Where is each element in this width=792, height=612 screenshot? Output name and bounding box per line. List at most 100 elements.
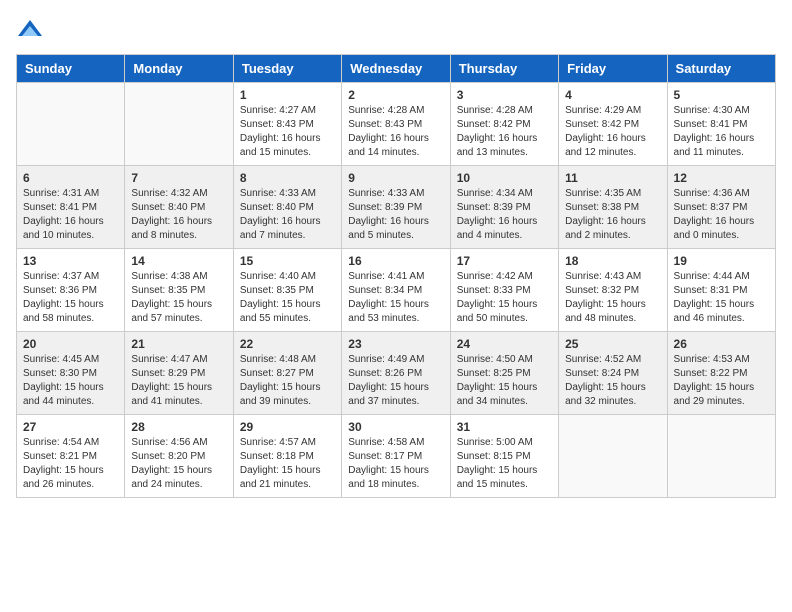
calendar-cell: 28Sunrise: 4:56 AMSunset: 8:20 PMDayligh… (125, 415, 233, 498)
day-info: Sunrise: 4:56 AMSunset: 8:20 PMDaylight:… (131, 436, 226, 492)
calendar-week-row-2: 6Sunrise: 4:31 AMSunset: 8:41 PMDaylight… (17, 166, 776, 249)
day-number: 3 (457, 88, 552, 102)
day-info: Sunrise: 4:31 AMSunset: 8:41 PMDaylight:… (23, 187, 118, 243)
calendar-cell: 1 Sunrise: 4:27 AMSunset: 8:43 PMDaylight… (233, 83, 341, 166)
day-number: 19 (674, 254, 769, 268)
calendar-cell (667, 415, 775, 498)
day-info: Sunrise: 4:37 AMSunset: 8:36 PMDaylight:… (23, 270, 118, 326)
calendar-header-friday: Friday (559, 55, 667, 83)
calendar-cell: 13 Sunrise: 4:37 AMSunset: 8:36 PMDayligh… (17, 249, 125, 332)
calendar-header-tuesday: Tuesday (233, 55, 341, 83)
calendar-header-monday: Monday (125, 55, 233, 83)
day-number: 15 (240, 254, 335, 268)
logo-icon (16, 16, 44, 44)
day-number: 1 (240, 88, 335, 102)
day-number: 27 (23, 420, 118, 434)
day-info: Sunrise: 4:32 AMSunset: 8:40 PMDaylight:… (131, 187, 226, 243)
day-info: Sunrise: 4:57 AMSunset: 8:18 PMDaylight:… (240, 436, 335, 492)
day-info: Sunrise: 4:41 AMSunset: 8:34 PMDaylight:… (348, 270, 443, 326)
day-number: 11 (565, 171, 660, 185)
calendar-cell: 9 Sunrise: 4:33 AMSunset: 8:39 PMDaylight… (342, 166, 450, 249)
day-info: Sunrise: 4:27 AMSunset: 8:43 PMDaylight:… (240, 104, 335, 160)
calendar-cell: 29 Sunrise: 4:57 AMSunset: 8:18 PMDayligh… (233, 415, 341, 498)
page-header (16, 16, 776, 44)
day-number: 24 (457, 337, 552, 351)
calendar-cell: 15 Sunrise: 4:40 AMSunset: 8:35 PMDayligh… (233, 249, 341, 332)
day-number: 4 (565, 88, 660, 102)
calendar-cell: 20 Sunrise: 4:45 AMSunset: 8:30 PMDayligh… (17, 332, 125, 415)
day-number: 23 (348, 337, 443, 351)
day-info: Sunrise: 4:42 AMSunset: 8:33 PMDaylight:… (457, 270, 552, 326)
day-info: Sunrise: 4:33 AMSunset: 8:39 PMDaylight:… (348, 187, 443, 243)
day-info: Sunrise: 4:47 AMSunset: 8:29 PMDaylight:… (131, 353, 226, 409)
day-number: 31 (457, 420, 552, 434)
calendar-cell: 26Sunrise: 4:53 AMSunset: 8:22 PMDayligh… (667, 332, 775, 415)
day-number: 21 (131, 337, 226, 351)
calendar-week-row-1: 1 Sunrise: 4:27 AMSunset: 8:43 PMDaylight… (17, 83, 776, 166)
day-info: Sunrise: 4:33 AMSunset: 8:40 PMDaylight:… (240, 187, 335, 243)
calendar-week-row-4: 20 Sunrise: 4:45 AMSunset: 8:30 PMDayligh… (17, 332, 776, 415)
day-info: Sunrise: 4:44 AMSunset: 8:31 PMDaylight:… (674, 270, 769, 326)
calendar-cell: 4Sunrise: 4:29 AMSunset: 8:42 PMDaylight… (559, 83, 667, 166)
day-number: 5 (674, 88, 769, 102)
day-number: 20 (23, 337, 118, 351)
day-number: 25 (565, 337, 660, 351)
calendar-header-row: SundayMondayTuesdayWednesdayThursdayFrid… (17, 55, 776, 83)
calendar-header-sunday: Sunday (17, 55, 125, 83)
day-info: Sunrise: 4:52 AMSunset: 8:24 PMDaylight:… (565, 353, 660, 409)
day-number: 16 (348, 254, 443, 268)
calendar-cell: 2 Sunrise: 4:28 AMSunset: 8:43 PMDaylight… (342, 83, 450, 166)
calendar-cell: 31 Sunrise: 5:00 AMSunset: 8:15 PMDayligh… (450, 415, 558, 498)
day-number: 22 (240, 337, 335, 351)
calendar-header-saturday: Saturday (667, 55, 775, 83)
calendar-cell: 16 Sunrise: 4:41 AMSunset: 8:34 PMDayligh… (342, 249, 450, 332)
day-info: Sunrise: 4:45 AMSunset: 8:30 PMDaylight:… (23, 353, 118, 409)
day-number: 18 (565, 254, 660, 268)
calendar-cell: 5 Sunrise: 4:30 AMSunset: 8:41 PMDaylight… (667, 83, 775, 166)
calendar-cell: 3 Sunrise: 4:28 AMSunset: 8:42 PMDaylight… (450, 83, 558, 166)
day-number: 9 (348, 171, 443, 185)
day-info: Sunrise: 4:30 AMSunset: 8:41 PMDaylight:… (674, 104, 769, 160)
day-info: Sunrise: 4:28 AMSunset: 8:43 PMDaylight:… (348, 104, 443, 160)
calendar-cell: 12 Sunrise: 4:36 AMSunset: 8:37 PMDayligh… (667, 166, 775, 249)
day-number: 10 (457, 171, 552, 185)
logo (16, 16, 48, 44)
day-info: Sunrise: 4:28 AMSunset: 8:42 PMDaylight:… (457, 104, 552, 160)
day-info: Sunrise: 4:53 AMSunset: 8:22 PMDaylight:… (674, 353, 769, 409)
day-info: Sunrise: 4:43 AMSunset: 8:32 PMDaylight:… (565, 270, 660, 326)
calendar-cell: 23Sunrise: 4:49 AMSunset: 8:26 PMDayligh… (342, 332, 450, 415)
day-info: Sunrise: 4:48 AMSunset: 8:27 PMDaylight:… (240, 353, 335, 409)
calendar-header-thursday: Thursday (450, 55, 558, 83)
calendar-cell (125, 83, 233, 166)
calendar-cell: 19 Sunrise: 4:44 AMSunset: 8:31 PMDayligh… (667, 249, 775, 332)
day-number: 12 (674, 171, 769, 185)
calendar-cell: 17 Sunrise: 4:42 AMSunset: 8:33 PMDayligh… (450, 249, 558, 332)
calendar-cell: 6Sunrise: 4:31 AMSunset: 8:41 PMDaylight… (17, 166, 125, 249)
day-info: Sunrise: 4:54 AMSunset: 8:21 PMDaylight:… (23, 436, 118, 492)
day-number: 29 (240, 420, 335, 434)
calendar-cell: 25 Sunrise: 4:52 AMSunset: 8:24 PMDayligh… (559, 332, 667, 415)
calendar-cell: 10 Sunrise: 4:34 AMSunset: 8:39 PMDayligh… (450, 166, 558, 249)
day-number: 13 (23, 254, 118, 268)
calendar-cell: 14Sunrise: 4:38 AMSunset: 8:35 PMDayligh… (125, 249, 233, 332)
day-number: 7 (131, 171, 226, 185)
calendar-week-row-5: 27 Sunrise: 4:54 AMSunset: 8:21 PMDayligh… (17, 415, 776, 498)
day-info: Sunrise: 4:40 AMSunset: 8:35 PMDaylight:… (240, 270, 335, 326)
day-info: Sunrise: 4:38 AMSunset: 8:35 PMDaylight:… (131, 270, 226, 326)
day-number: 30 (348, 420, 443, 434)
day-number: 8 (240, 171, 335, 185)
calendar-cell: 22 Sunrise: 4:48 AMSunset: 8:27 PMDayligh… (233, 332, 341, 415)
calendar-table: SundayMondayTuesdayWednesdayThursdayFrid… (16, 54, 776, 498)
day-info: Sunrise: 4:36 AMSunset: 8:37 PMDaylight:… (674, 187, 769, 243)
calendar-week-row-3: 13 Sunrise: 4:37 AMSunset: 8:36 PMDayligh… (17, 249, 776, 332)
day-info: Sunrise: 5:00 AMSunset: 8:15 PMDaylight:… (457, 436, 552, 492)
day-number: 17 (457, 254, 552, 268)
day-info: Sunrise: 4:35 AMSunset: 8:38 PMDaylight:… (565, 187, 660, 243)
day-info: Sunrise: 4:34 AMSunset: 8:39 PMDaylight:… (457, 187, 552, 243)
calendar-cell: 21 Sunrise: 4:47 AMSunset: 8:29 PMDayligh… (125, 332, 233, 415)
calendar-cell: 8 Sunrise: 4:33 AMSunset: 8:40 PMDaylight… (233, 166, 341, 249)
calendar-cell (17, 83, 125, 166)
day-number: 2 (348, 88, 443, 102)
calendar-cell: 27 Sunrise: 4:54 AMSunset: 8:21 PMDayligh… (17, 415, 125, 498)
calendar-cell: 18 Sunrise: 4:43 AMSunset: 8:32 PMDayligh… (559, 249, 667, 332)
